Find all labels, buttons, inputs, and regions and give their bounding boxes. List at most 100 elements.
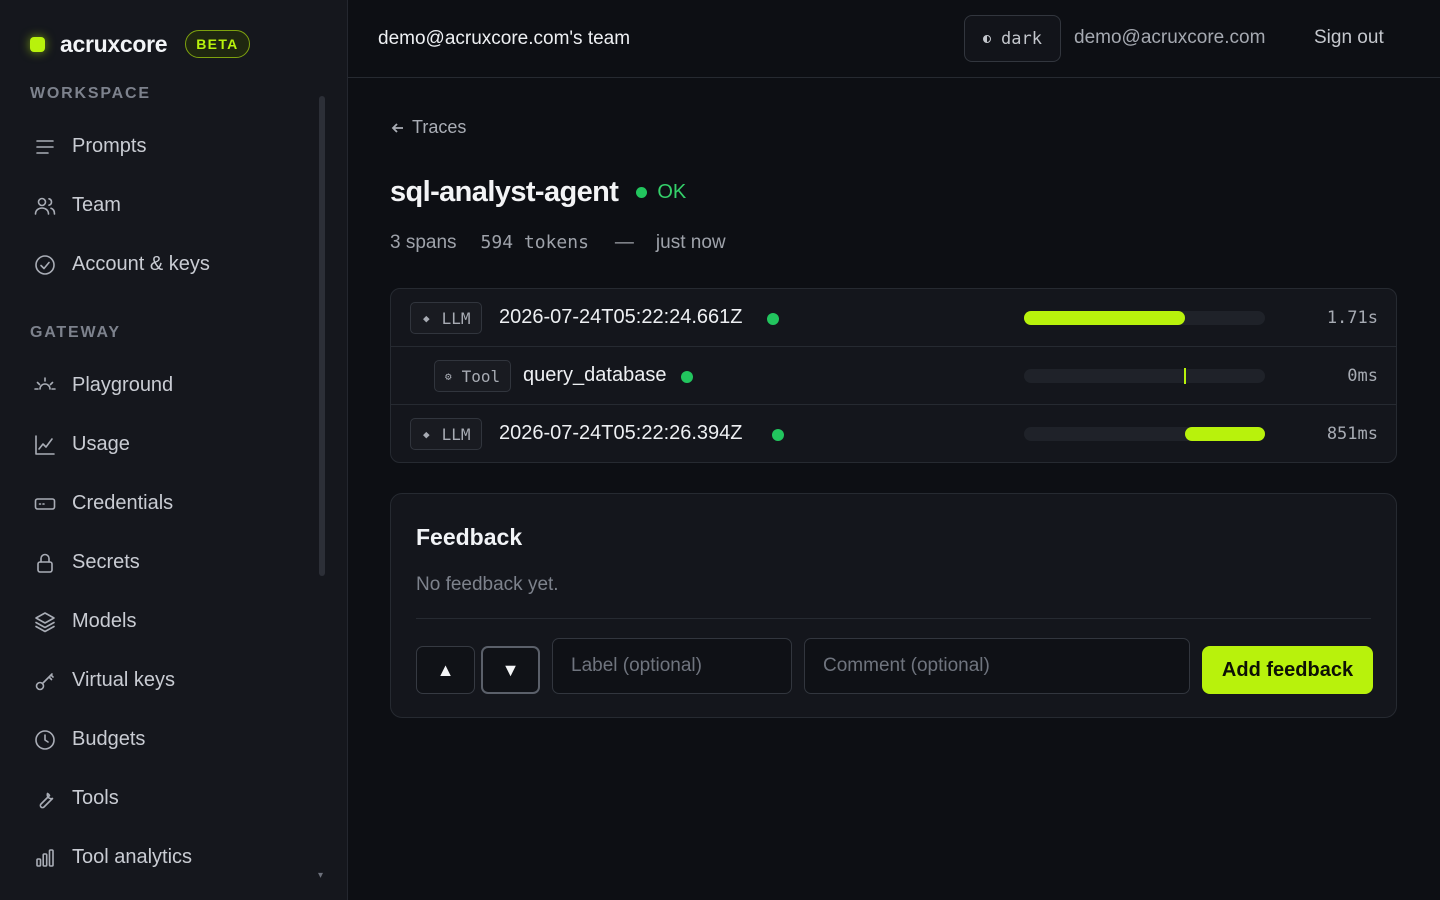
span-kind-badge: ⚙ Tool [434, 360, 512, 392]
page-title: sql-analyst-agent [390, 176, 619, 208]
sidebar-item-label: Usage [72, 433, 130, 455]
trace-meta: 3 spans 594 tokens — just now [390, 232, 726, 254]
diamond-icon: ◆ [423, 427, 430, 441]
feedback-empty-text: No feedback yet. [416, 574, 559, 595]
span-kind-label: LLM [441, 308, 471, 328]
span-timeline-bar [1185, 427, 1265, 441]
thumbs-down-button[interactable]: ▼ [481, 646, 540, 694]
diamond-icon: ◆ [423, 311, 430, 325]
theme-toggle-label: dark [1001, 28, 1042, 49]
status-dot-icon [636, 187, 648, 198]
span-name: 2026-07-24T05:22:26.394Z [499, 422, 743, 444]
user-email: demo@acruxcore.com [1074, 27, 1266, 48]
sun-icon [34, 376, 56, 390]
check-circle-icon [35, 254, 55, 275]
arrow-left-icon [391, 122, 403, 133]
brand-logo-icon [30, 36, 45, 52]
clock-icon [35, 729, 55, 750]
sidebar-item-credentials[interactable]: Credentials [0, 474, 347, 533]
span-status-dot-icon [772, 429, 784, 441]
brand-name: acruxcore [60, 30, 168, 57]
sidebar-item-team[interactable]: Team [0, 176, 347, 235]
span-count: 3 spans [390, 232, 457, 253]
span-kind-label: LLM [441, 424, 471, 444]
users-icon [34, 197, 56, 215]
main-content: demo@acruxcore.com's team dark demo@acru… [348, 0, 1440, 900]
sidebar-item-label: Account & keys [72, 253, 210, 275]
span-duration: 851ms [1326, 424, 1378, 444]
span-status-dot-icon [681, 371, 693, 383]
sign-out-link[interactable]: Sign out [1314, 27, 1384, 49]
feedback-panel: Feedback No feedback yet. ▲ ▼ Add feedba… [390, 493, 1397, 718]
sidebar-item-label: Credentials [72, 492, 174, 514]
lines-icon [36, 139, 54, 154]
sidebar-item-playground[interactable]: Playground [0, 356, 347, 415]
sidebar-item-label: Prompts [72, 135, 147, 157]
span-list: ◆ LLM 2026-07-24T05:22:24.661Z 1.71s ⚙ Too… [390, 288, 1397, 463]
span-kind-label: Tool [461, 366, 501, 386]
team-name[interactable]: demo@acruxcore.com's team [378, 28, 630, 50]
back-label: Traces [412, 117, 467, 137]
trace-time: just now [655, 232, 726, 253]
sidebar-item-virtual-keys[interactable]: Virtual keys [0, 651, 347, 710]
lock-icon [37, 553, 53, 573]
span-duration: 1.71s [1326, 308, 1378, 328]
theme-toggle-button[interactable]: dark [964, 15, 1061, 62]
span-kind-badge: ◆ LLM [410, 302, 482, 334]
span-timeline-track [1024, 368, 1265, 384]
sidebar-item-tools[interactable]: Tools [0, 769, 347, 828]
trace-title-row: sql-analyst-agent OK [390, 176, 686, 209]
feedback-label-input[interactable] [552, 638, 792, 694]
section-label-workspace: WORKSPACE [30, 85, 151, 102]
span-row[interactable]: ⚙ Tool query_database 0ms [391, 347, 1396, 405]
thumbs-up-button[interactable]: ▲ [416, 646, 475, 694]
sidebar-item-account-keys[interactable]: Account & keys [0, 235, 347, 294]
sidebar-scrollbar[interactable] [319, 96, 325, 576]
sidebar-item-tool-analytics[interactable]: Tool analytics [0, 828, 347, 887]
span-name: 2026-07-24T05:22:24.661Z [499, 306, 743, 328]
span-status-dot-icon [767, 313, 779, 325]
sidebar: acruxcore BETA WORKSPACE Prompts Team Ac… [0, 0, 348, 900]
add-feedback-button[interactable]: Add feedback [1202, 646, 1373, 694]
status-badge: OK [657, 181, 687, 203]
card-icon [34, 497, 56, 510]
span-name: query_database [523, 364, 667, 386]
sidebar-item-label: Models [72, 610, 137, 632]
sidebar-item-budgets[interactable]: Budgets [0, 710, 347, 769]
app-root: acruxcore BETA WORKSPACE Prompts Team Ac… [0, 0, 1440, 900]
sidebar-item-prompts[interactable]: Prompts [0, 117, 347, 176]
sidebar-item-label: Tools [72, 787, 119, 809]
sidebar-item-label: Team [72, 194, 121, 216]
span-duration: 0ms [1347, 366, 1378, 386]
token-count: 594 tokens [480, 232, 589, 253]
section-label-gateway: GATEWAY [30, 324, 121, 341]
topbar: demo@acruxcore.com's team dark demo@acru… [348, 0, 1440, 78]
scroll-down-icon[interactable]: ▾ [318, 870, 323, 881]
sidebar-item-label: Playground [72, 374, 174, 396]
beta-badge: BETA [185, 30, 250, 58]
back-to-traces-link[interactable]: Traces [390, 117, 466, 138]
bar-chart-icon [36, 848, 54, 867]
key-icon [35, 672, 54, 690]
layers-icon [35, 611, 55, 632]
sidebar-item-label: Tool analytics [72, 846, 193, 868]
span-row[interactable]: ◆ LLM 2026-07-24T05:22:26.394Z 851ms [391, 405, 1396, 462]
span-timeline-track [1024, 311, 1265, 325]
span-timeline-bar [1184, 368, 1187, 384]
sidebar-item-label: Secrets [72, 551, 140, 573]
line-chart-icon [35, 434, 55, 455]
sidebar-item-label: Virtual keys [72, 669, 176, 691]
sidebar-item-secrets[interactable]: Secrets [0, 533, 347, 592]
feedback-title: Feedback [416, 524, 523, 550]
feedback-comment-input[interactable] [804, 638, 1190, 694]
divider [416, 618, 1371, 619]
sidebar-item-usage[interactable]: Usage [0, 415, 347, 474]
brand[interactable]: acruxcore BETA [0, 0, 347, 88]
sidebar-item-models[interactable]: Models [0, 592, 347, 651]
gear-icon: ⚙ [445, 369, 452, 383]
span-row[interactable]: ◆ LLM 2026-07-24T05:22:24.661Z 1.71s [391, 289, 1396, 347]
span-timeline-bar [1024, 311, 1186, 325]
span-timeline-track [1024, 427, 1265, 441]
wrench-icon [39, 792, 54, 808]
sidebar-item-label: Budgets [72, 728, 146, 750]
